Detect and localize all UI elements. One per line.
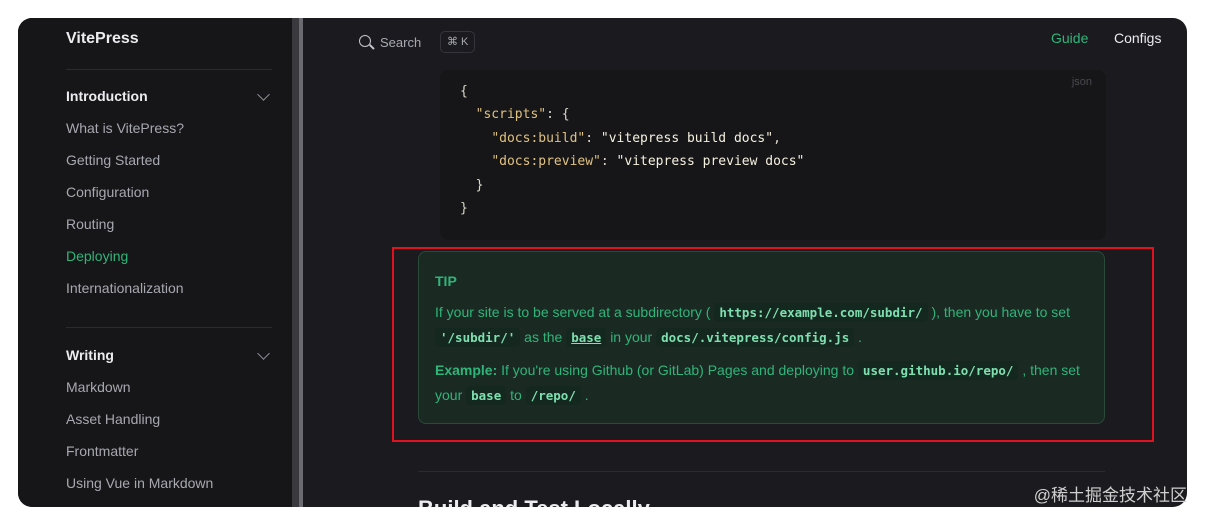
sidebar-item-configuration[interactable]: Configuration xyxy=(66,184,149,200)
sidebar-group-introduction[interactable]: Introduction xyxy=(66,88,148,104)
code-token: { xyxy=(460,84,468,99)
site-title[interactable]: VitePress xyxy=(66,30,139,48)
nav-link-configs[interactable]: Configs xyxy=(1114,30,1161,46)
code-value: "vitepress build docs" xyxy=(600,130,774,146)
sidebar-divider xyxy=(66,327,272,328)
code-block: json { "scripts": { "docs:build": "vitep… xyxy=(440,70,1106,240)
sidebar-item-asset-handling[interactable]: Asset Handling xyxy=(66,411,160,427)
code-content: { "scripts": { "docs:build": "vitepress … xyxy=(460,80,804,220)
code-value: "vitepress preview docs" xyxy=(616,154,805,170)
scrollbar[interactable] xyxy=(292,18,303,507)
sidebar-item-getting-started[interactable]: Getting Started xyxy=(66,152,160,168)
code-token: } xyxy=(475,177,484,193)
search-shortcut-badge: ⌘ K xyxy=(440,31,476,53)
chevron-down-icon[interactable] xyxy=(257,347,270,360)
sidebar-item-frontmatter[interactable]: Frontmatter xyxy=(66,443,138,459)
sidebar-item-markdown[interactable]: Markdown xyxy=(66,379,131,395)
code-token: , xyxy=(773,130,781,146)
code-key: "docs:preview" xyxy=(491,154,601,170)
sidebar-item-using-vue-in-markdown[interactable]: Using Vue in Markdown xyxy=(66,475,213,491)
sidebar-item-internationalization[interactable]: Internationalization xyxy=(66,280,184,296)
highlight-annotation-box xyxy=(392,247,1154,442)
watermark: @稀土掘金技术社区 xyxy=(1033,486,1187,505)
nav-link-guide[interactable]: Guide xyxy=(1051,30,1088,46)
code-language-label: json xyxy=(1071,76,1092,88)
search-button[interactable]: Search ⌘ K xyxy=(346,24,496,60)
section-divider xyxy=(418,471,1105,472)
sidebar-item-deploying[interactable]: Deploying xyxy=(66,248,128,264)
section-heading: Build and Test Locally xyxy=(418,496,650,507)
code-token: : xyxy=(600,154,617,170)
code-token: : { xyxy=(546,107,570,123)
search-icon xyxy=(359,35,371,47)
sidebar-divider xyxy=(66,69,272,70)
sidebar-item-what-is-vitepress[interactable]: What is VitePress? xyxy=(66,120,184,136)
code-key: "scripts" xyxy=(475,107,547,123)
app-window: VitePress Introduction What is VitePress… xyxy=(18,18,1187,507)
code-token: } xyxy=(460,201,468,217)
code-key: "docs:build" xyxy=(491,130,586,146)
chevron-down-icon[interactable] xyxy=(257,88,270,101)
sidebar-item-routing[interactable]: Routing xyxy=(66,216,114,232)
sidebar-group-writing[interactable]: Writing xyxy=(66,347,114,363)
code-token: : xyxy=(585,130,601,146)
sidebar: VitePress Introduction What is VitePress… xyxy=(18,18,292,507)
search-label: Search xyxy=(380,35,422,50)
